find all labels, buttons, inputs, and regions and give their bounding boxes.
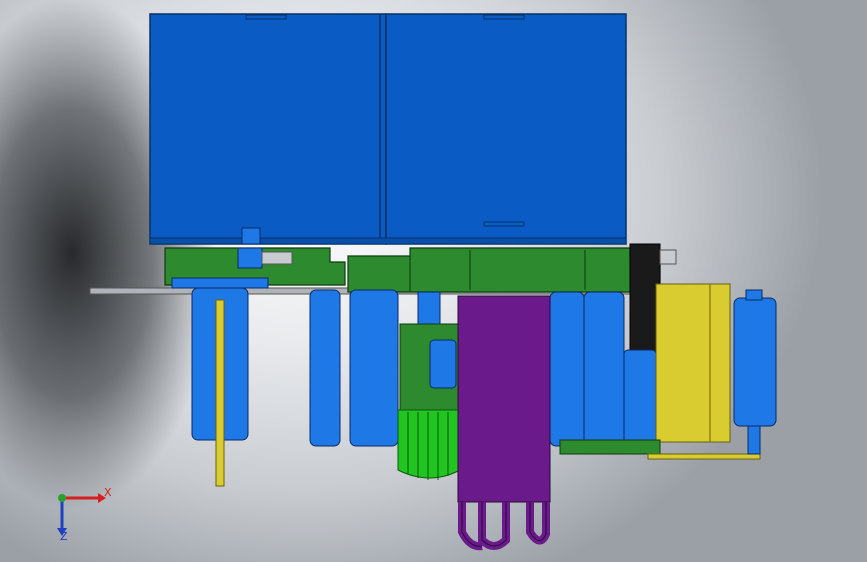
motor-fan [397,409,461,479]
axis-x-label: X [104,486,112,499]
purple-cylinder [457,295,551,503]
cad-viewport[interactable]: X Z [0,0,867,562]
yellow-panel [655,283,731,443]
roller-far-right [733,297,777,427]
assembly-drawing[interactable] [0,0,867,562]
roller-right-1 [549,291,585,447]
roller-right-3 [623,349,657,447]
roller-mid-2 [349,289,399,447]
housing-box-left [149,13,387,245]
sensor-block [237,247,263,269]
axis-z-label: Z [60,530,68,543]
yellow-rod [215,299,225,487]
housing-box-right [385,13,627,245]
frame-right [347,247,661,293]
roller-mid-1 [309,289,341,447]
roller-right-2 [583,291,625,447]
